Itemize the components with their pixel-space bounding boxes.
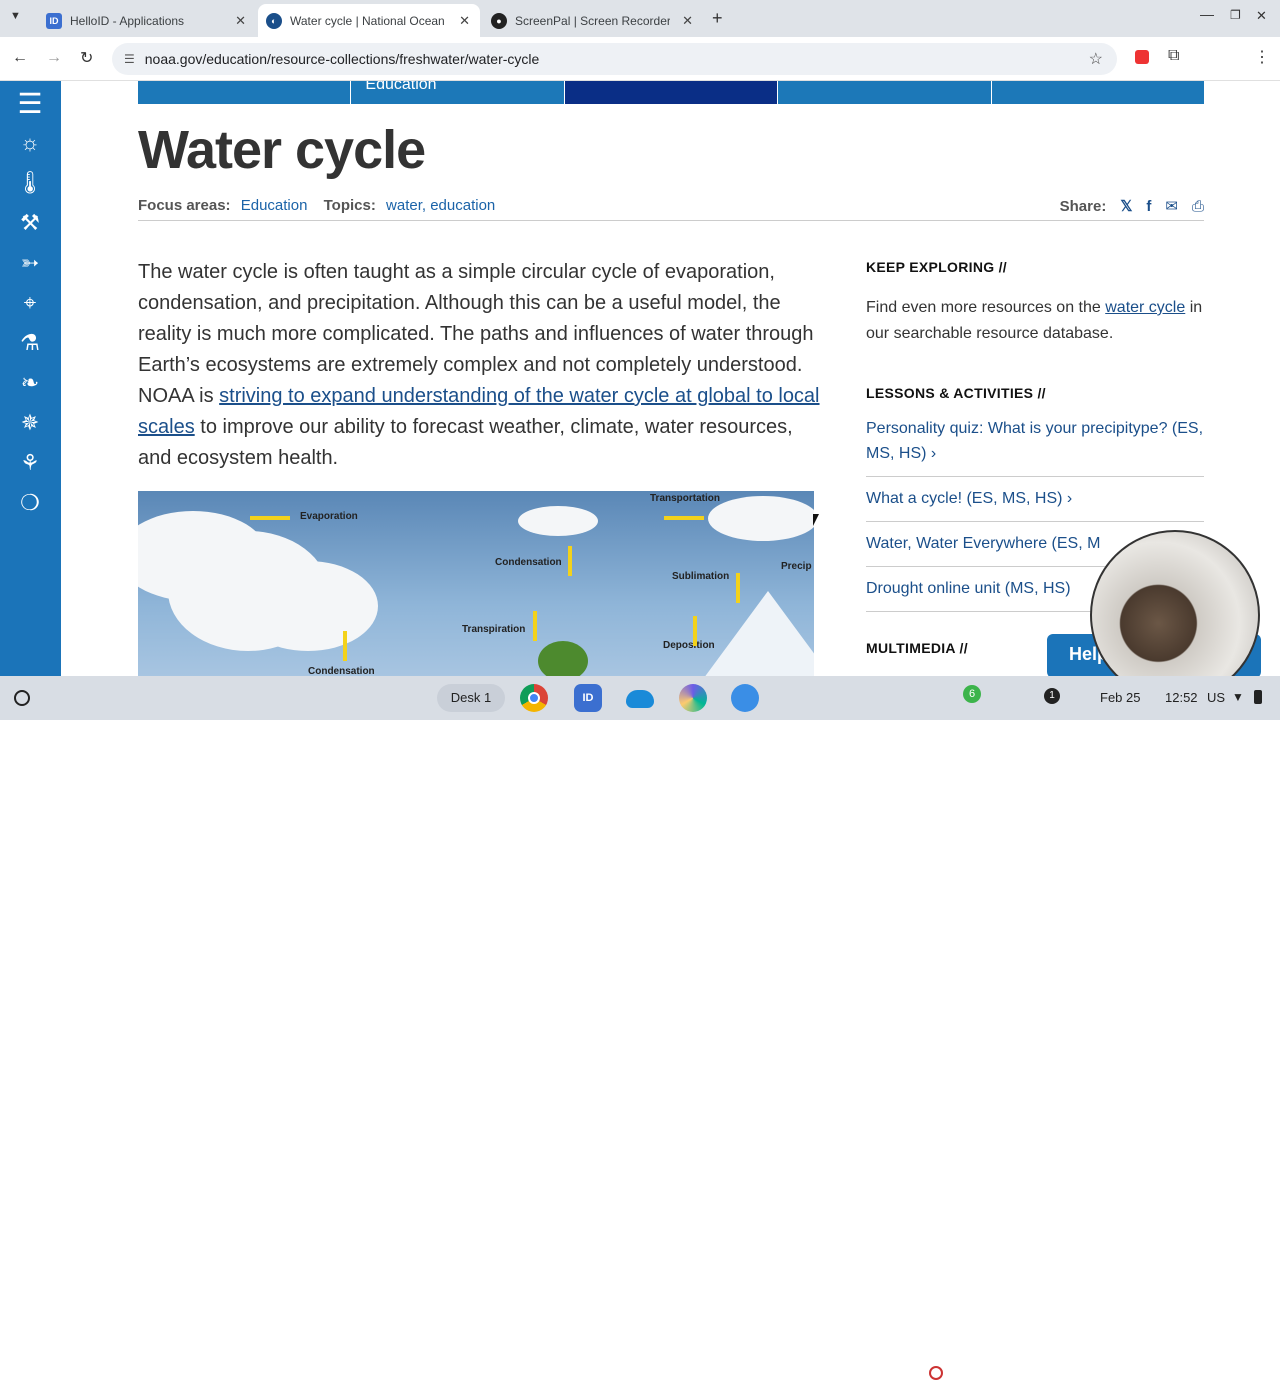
water-cycle-diagram: Evaporation Transportation Condensation … [138, 491, 814, 676]
wifi-icon[interactable]: ▼ [1232, 690, 1244, 704]
weather-icon[interactable]: ☼ [12, 127, 48, 159]
apple-icon[interactable]: ❍ [12, 487, 48, 519]
share-bar: Share: 𝕏 f ✉ ⎙ [1059, 197, 1204, 216]
os-shelf: Desk 1 ID 6 1 Feb 25 12:52 US ▼ [0, 676, 1280, 1380]
badge-icon[interactable]: 6 [963, 685, 981, 703]
focus-label: Focus areas: [138, 197, 231, 214]
reload-icon[interactable]: ↻ [80, 48, 93, 68]
menu-icon[interactable]: ⋮ [1254, 47, 1270, 67]
webcam-overlay [1090, 530, 1260, 700]
minimize-icon[interactable]: — [1200, 6, 1214, 22]
maximize-icon[interactable]: ❐ [1230, 8, 1241, 22]
record-icon[interactable] [929, 1366, 943, 1380]
new-tab-button[interactable]: + [712, 8, 723, 29]
intro-text-2: to improve our ability to forecast weath… [138, 416, 793, 469]
chrome-icon[interactable] [520, 684, 548, 712]
facebook-share-icon[interactable]: f [1146, 198, 1151, 215]
nav-item[interactable] [778, 81, 992, 104]
onedrive-icon[interactable] [626, 690, 654, 708]
figure-label: Deposition [663, 640, 715, 651]
topics-label: Topics: [323, 197, 376, 214]
time-text[interactable]: 12:52 [1165, 690, 1198, 705]
x-share-icon[interactable]: 𝕏 [1120, 197, 1132, 215]
app-icon[interactable] [731, 684, 759, 712]
nav-item[interactable] [138, 81, 352, 104]
meta-row: Focus areas: Education Topics: water, ed… [138, 197, 1204, 221]
tab-helloid[interactable]: ID HelloID - Applications ✕ [38, 4, 256, 37]
thermometer-icon[interactable]: 🌡 [12, 167, 48, 199]
fish-icon[interactable]: ➳ [12, 247, 48, 279]
topics-link[interactable]: water, education [386, 197, 495, 214]
nav-item-active[interactable] [564, 81, 779, 104]
tab-title: HelloID - Applications [70, 13, 185, 28]
keep-exploring-text: Find even more resources on the water cy… [866, 299, 1203, 342]
share-label: Share: [1059, 197, 1107, 215]
id-icon: ID [46, 12, 62, 29]
figure-label: Evaporation [300, 511, 358, 522]
figure-label: Transpiration [462, 624, 526, 635]
close-icon[interactable]: ✕ [682, 13, 693, 29]
figure-label: Sublimation [672, 571, 730, 582]
person-icon[interactable]: ⚘ [12, 447, 48, 479]
lesson-link[interactable]: Drought online unit (MS, HS) [866, 580, 1071, 597]
back-icon[interactable]: ← [12, 49, 28, 67]
figure-label: Condensation [495, 557, 562, 568]
print-icon[interactable]: ⎙ [1192, 198, 1204, 215]
notification-count[interactable]: 1 [1044, 688, 1060, 704]
date-text[interactable]: Feb 25 [1100, 690, 1140, 705]
nav-item[interactable] [991, 81, 1205, 104]
mouse-cursor [813, 514, 819, 526]
tab-title: Water cycle | National Oceanic [290, 13, 445, 28]
noaa-icon: ◐ [266, 12, 282, 29]
page-title: Water cycle [138, 120, 426, 180]
site-info-icon[interactable]: ☰ [124, 52, 135, 66]
lesson-link[interactable]: What a cycle! (ES, MS, HS) › [866, 490, 1072, 507]
forward-icon[interactable]: → [46, 49, 62, 67]
water-cycle-link[interactable]: water cycle [1105, 299, 1185, 316]
list-item: What a cycle! (ES, MS, HS) › [866, 477, 1204, 522]
close-icon[interactable]: ✕ [459, 13, 470, 29]
survey-icon[interactable]: ⚒ [12, 207, 48, 239]
screenpal-app-icon[interactable] [679, 684, 707, 712]
extensions-puzzle-icon[interactable]: ⧉ [1168, 47, 1179, 65]
email-share-icon[interactable]: ✉ [1165, 197, 1178, 215]
url-text: noaa.gov/education/resource-collections/… [144, 51, 540, 67]
id-app-icon[interactable]: ID [574, 684, 602, 712]
sidebar: ☰ ☼ 🌡 ⚒ ➳ ⌖ ⚗ ❧ ✵ ⚘ ❍ [0, 81, 61, 676]
focus-link[interactable]: Education [241, 197, 308, 214]
nav-item-education[interactable]: Education [351, 81, 565, 104]
extension-icon[interactable] [1135, 50, 1149, 64]
figure-label: Condensation [308, 666, 375, 676]
tab-water-cycle[interactable]: ◐ Water cycle | National Oceanic ✕ [258, 4, 480, 37]
locale-text[interactable]: US [1207, 690, 1225, 705]
coral-icon[interactable]: ❧ [12, 367, 48, 399]
lesson-link[interactable]: Personality quiz: What is your precipity… [866, 420, 1203, 462]
tab-title: ScreenPal | Screen Recorder & V [515, 13, 670, 28]
top-nav: Education [138, 81, 1205, 104]
intro-paragraph: The water cycle is often taught as a sim… [138, 257, 828, 474]
browser-toolbar: ← → ↻ ☰ noaa.gov/education/resource-coll… [0, 37, 1280, 81]
hamburger-menu-icon[interactable]: ☰ [12, 87, 48, 119]
list-item: Personality quiz: What is your precipity… [866, 407, 1204, 477]
launcher-icon[interactable] [14, 690, 30, 706]
figure-label: Precip [781, 561, 812, 572]
flask-icon[interactable]: ⚗ [12, 327, 48, 359]
battery-icon[interactable] [1254, 690, 1262, 704]
screenpal-icon: ● [491, 12, 507, 29]
close-icon[interactable]: ✕ [235, 13, 246, 29]
tab-screenpal[interactable]: ● ScreenPal | Screen Recorder & V ✕ [483, 4, 703, 37]
tab-search-dropdown[interactable]: ▼ [10, 10, 28, 28]
desk-button[interactable]: Desk 1 [437, 684, 505, 712]
tab-strip: ▼ ID HelloID - Applications ✕ ◐ Water cy… [0, 0, 1280, 37]
address-bar[interactable]: ☰ noaa.gov/education/resource-collection… [112, 43, 1117, 75]
telescope-icon[interactable]: ⌖ [12, 287, 48, 319]
compass-icon[interactable]: ✵ [12, 407, 48, 439]
lessons-heading: LESSONS & ACTIVITIES // [866, 385, 1046, 401]
lesson-link[interactable]: Water, Water Everywhere (ES, M [866, 535, 1100, 552]
bookmark-star-icon[interactable]: ☆ [1089, 49, 1103, 69]
close-window-icon[interactable]: ✕ [1256, 8, 1267, 24]
keep-exploring-heading: KEEP EXPLORING // [866, 259, 1007, 275]
figure-label: Transportation [650, 493, 721, 504]
